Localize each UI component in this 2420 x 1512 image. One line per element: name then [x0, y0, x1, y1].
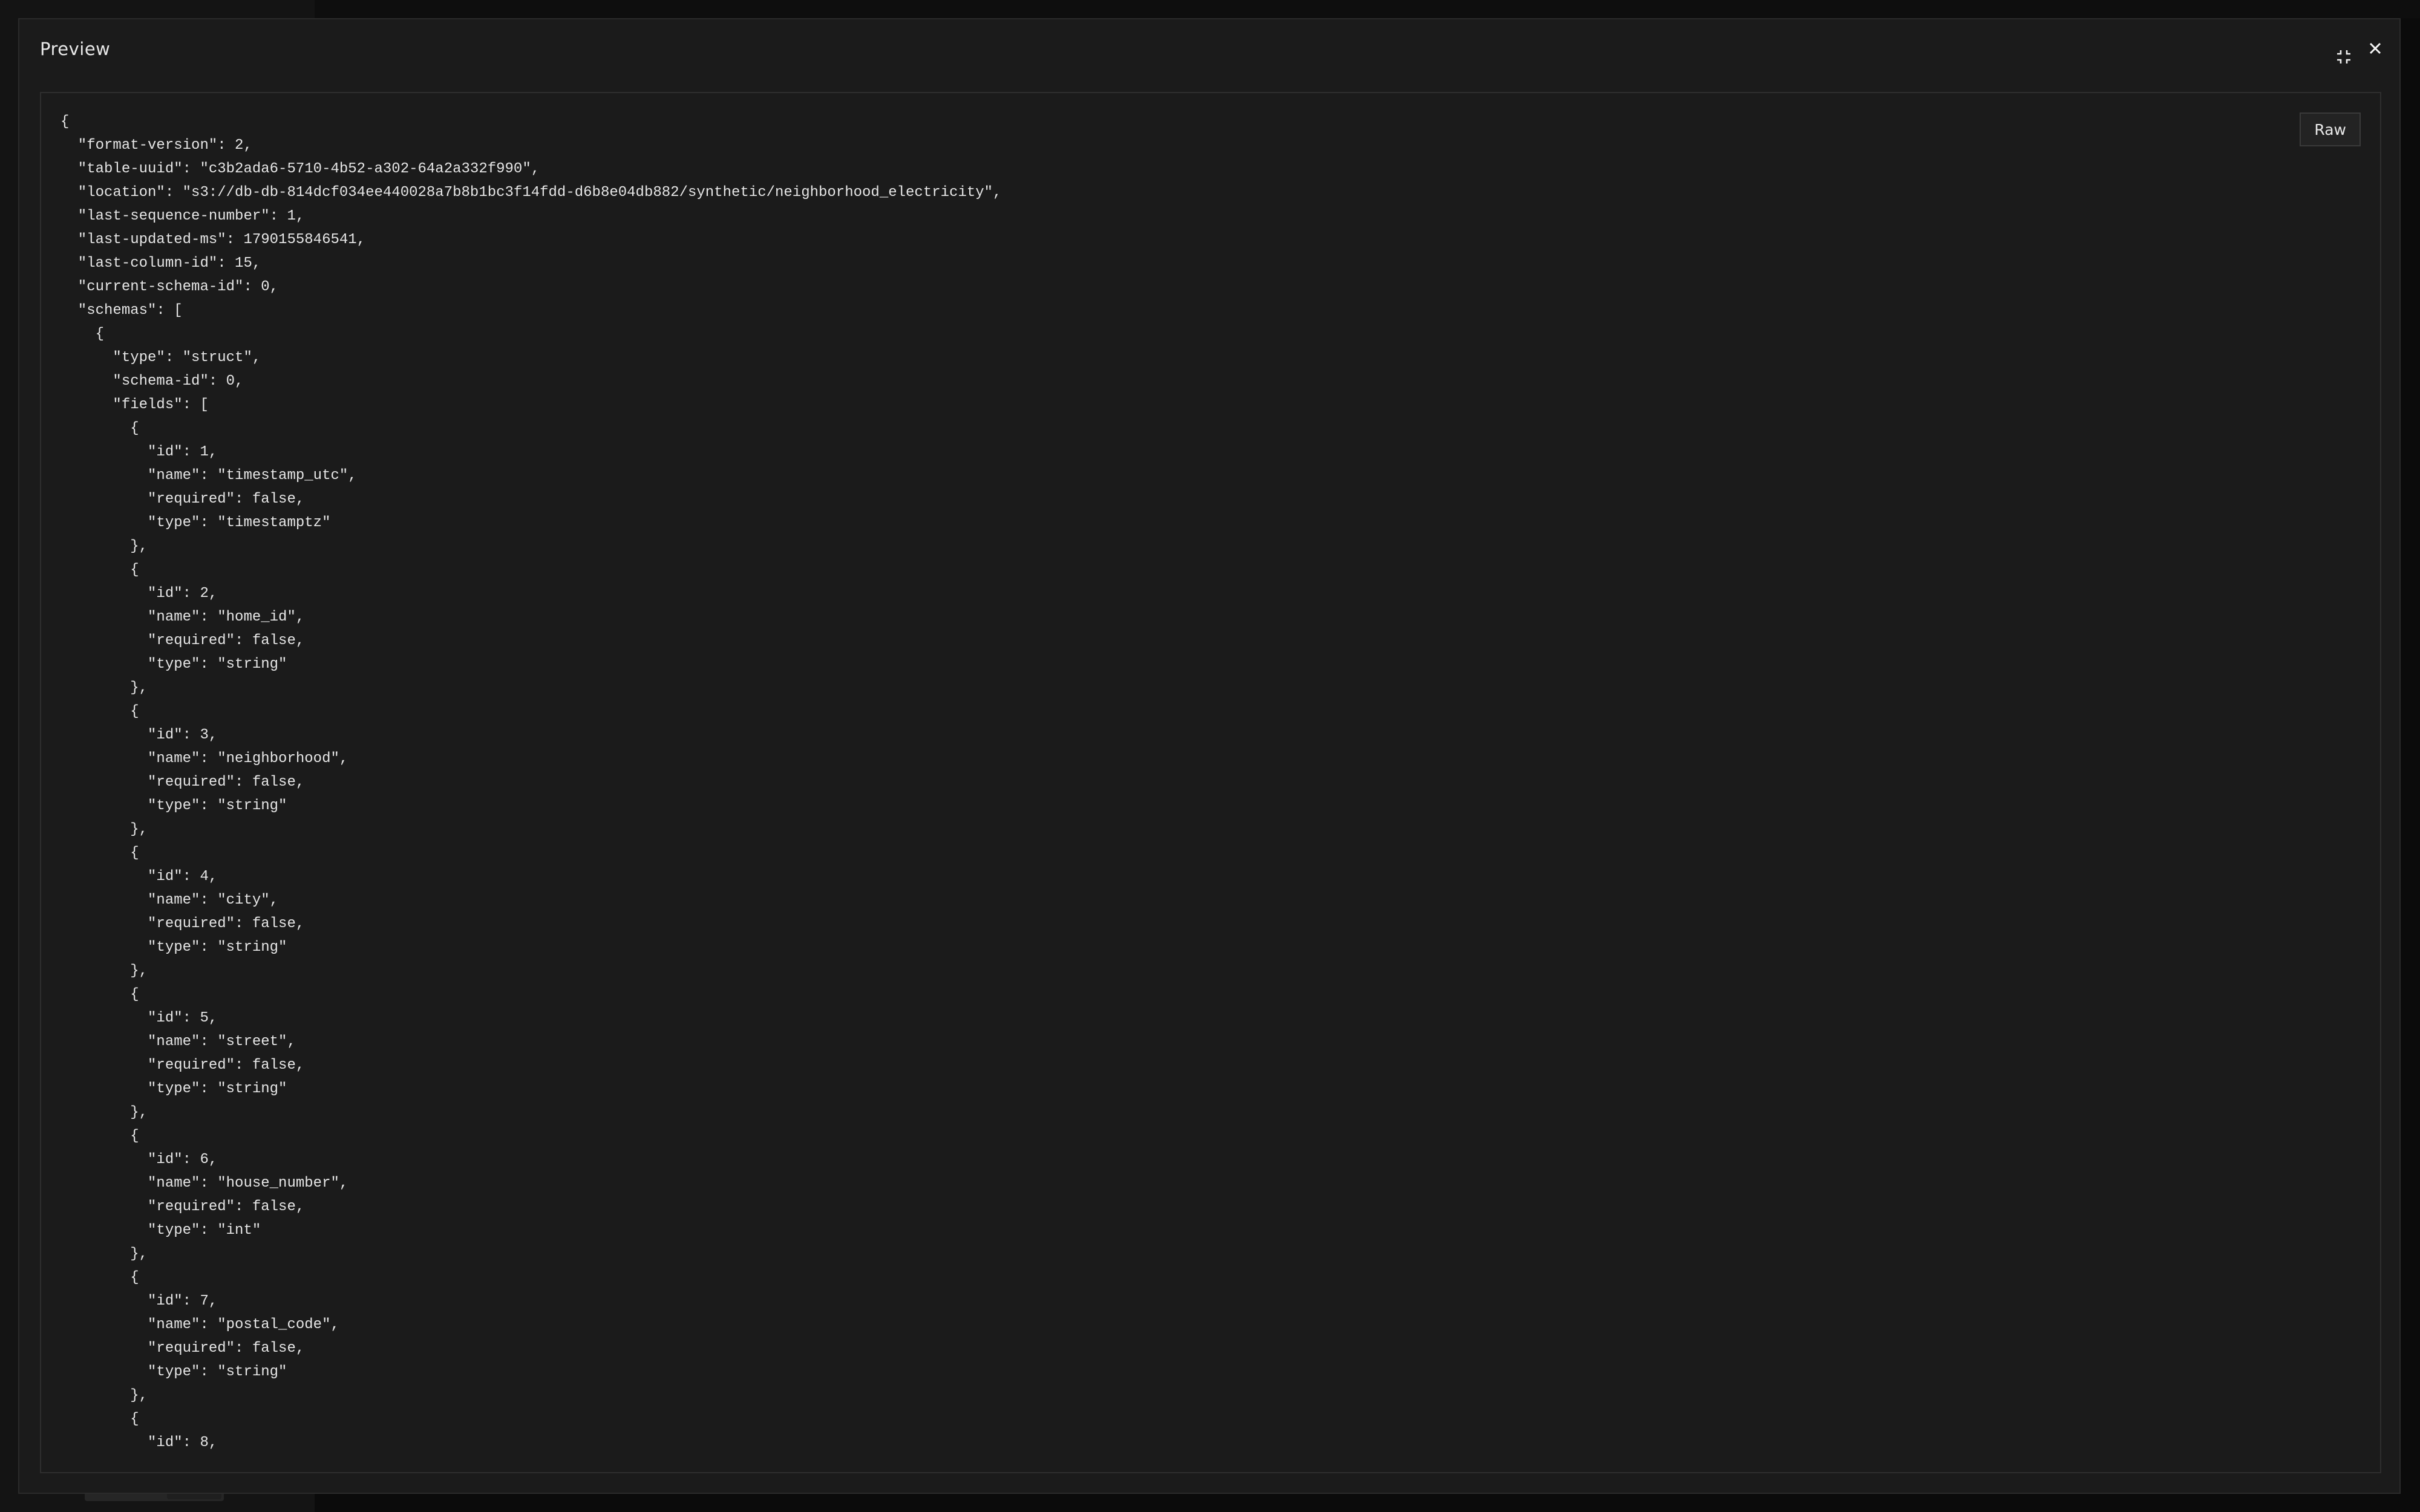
- json-line: "location": "s3://db-db-814dcf034ee44002…: [60, 184, 1002, 201]
- json-code-view: { "format-version": 2, "table-uuid": "c3…: [60, 110, 1001, 1455]
- json-line: "required": false,: [60, 633, 305, 649]
- json-line: {: [60, 114, 70, 130]
- json-preview-panel[interactable]: Raw { "format-version": 2, "table-uuid":…: [40, 92, 2381, 1473]
- json-line: "type": "string": [60, 656, 287, 673]
- json-line: {: [60, 845, 139, 861]
- json-line: },: [60, 1104, 148, 1121]
- close-button[interactable]: [2358, 31, 2392, 65]
- modal-title: Preview: [40, 39, 111, 59]
- json-line: "name": "neighborhood",: [60, 751, 348, 767]
- json-line: "required": false,: [60, 491, 305, 507]
- json-line: {: [60, 1269, 139, 1286]
- json-line: "type": "int": [60, 1222, 261, 1239]
- json-line: {: [60, 420, 139, 437]
- json-line: "name": "house_number",: [60, 1175, 348, 1191]
- json-line: },: [60, 680, 148, 696]
- json-line: {: [60, 1128, 139, 1144]
- json-line: {: [60, 562, 139, 578]
- json-line: "required": false,: [60, 774, 305, 790]
- json-line: "last-updated-ms": 1790155846541,: [60, 232, 366, 248]
- json-line: "schema-id": 0,: [60, 373, 244, 389]
- collapse-icon: [2337, 50, 2350, 64]
- json-line: },: [60, 1387, 148, 1404]
- json-line: "required": false,: [60, 1199, 305, 1215]
- json-line: "fields": [: [60, 397, 209, 413]
- close-icon: [2369, 42, 2381, 54]
- json-line: "required": false,: [60, 1340, 305, 1357]
- json-line: "last-sequence-number": 1,: [60, 208, 305, 224]
- json-line: "schemas": [: [60, 302, 183, 319]
- json-line: "id": 6,: [60, 1152, 218, 1168]
- json-line: },: [60, 963, 148, 979]
- json-line: "type": "string": [60, 798, 287, 814]
- json-line: "name": "city",: [60, 892, 279, 908]
- json-line: "id": 3,: [60, 727, 218, 743]
- json-line: {: [60, 986, 139, 1003]
- json-line: },: [60, 1246, 148, 1262]
- json-line: "table-uuid": "c3b2ada6-5710-4b52-a302-6…: [60, 161, 540, 177]
- json-line: "id": 4,: [60, 868, 218, 885]
- json-line: "name": "postal_code",: [60, 1317, 339, 1333]
- json-line: "id": 5,: [60, 1010, 218, 1026]
- json-line: "name": "street",: [60, 1034, 296, 1050]
- collapse-button[interactable]: [2327, 40, 2361, 74]
- json-line: {: [60, 1411, 139, 1427]
- background-header: [315, 0, 2420, 18]
- json-line: "id": 1,: [60, 444, 218, 460]
- json-line: "type": "timestamptz": [60, 515, 331, 531]
- json-line: "name": "timestamp_utc",: [60, 468, 357, 484]
- raw-button[interactable]: Raw: [2300, 112, 2361, 146]
- json-line: "required": false,: [60, 1057, 305, 1074]
- json-line: {: [60, 326, 105, 342]
- json-line: },: [60, 538, 148, 555]
- json-line: },: [60, 821, 148, 838]
- json-line: "type": "string": [60, 939, 287, 956]
- json-line: "name": "home_id",: [60, 609, 305, 625]
- json-line: "required": false,: [60, 916, 305, 932]
- preview-modal: Preview Raw { "format-version": 2, "tabl…: [18, 18, 2401, 1494]
- json-line: "last-column-id": 15,: [60, 255, 261, 272]
- json-line: "id": 2,: [60, 585, 218, 602]
- json-line: "format-version": 2,: [60, 137, 252, 154]
- json-line: "type": "string": [60, 1081, 287, 1097]
- json-line: "type": "struct",: [60, 350, 261, 366]
- json-line: "type": "string": [60, 1364, 287, 1380]
- json-line: "current-schema-id": 0,: [60, 279, 279, 295]
- json-line: "id": 8,: [60, 1435, 218, 1451]
- json-line: {: [60, 703, 139, 720]
- json-line: "id": 7,: [60, 1293, 218, 1309]
